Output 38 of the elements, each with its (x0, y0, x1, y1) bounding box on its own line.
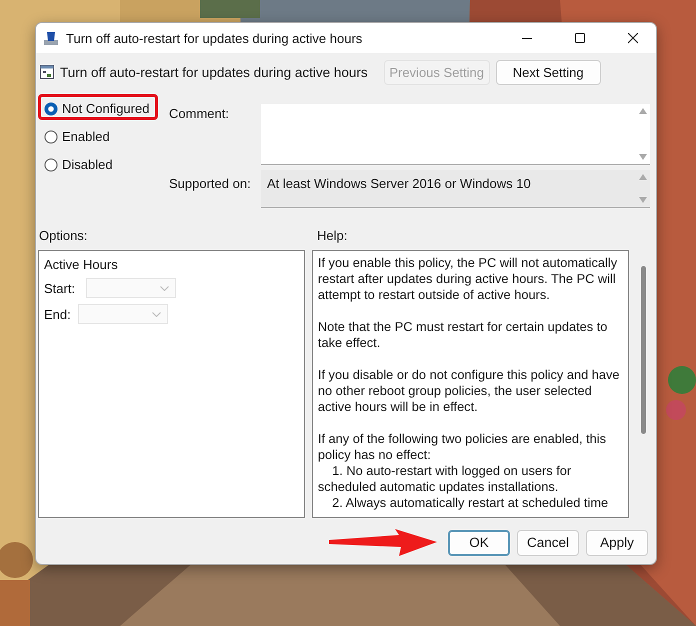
help-paragraph: 2. Always automatically restart at scheduled time (331, 495, 610, 511)
comment-field[interactable] (261, 104, 650, 165)
policy-icon (40, 65, 54, 79)
scroll-up-icon[interactable] (639, 108, 647, 114)
radio-icon[interactable] (44, 102, 58, 115)
window-title: Turn off auto-restart for updates during active hours (66, 30, 364, 46)
comment-label: Comment: (169, 105, 230, 123)
help-paragraph: If any of the following two policies are enabled, this policy has no effect: (318, 431, 607, 463)
radio-icon[interactable] (44, 130, 58, 143)
group-label: Active Hours (44, 257, 119, 272)
scroll-down-icon[interactable] (639, 154, 647, 160)
chevron-icon (160, 286, 169, 290)
ok-button[interactable]: OK (448, 530, 510, 556)
scroll-up-icon[interactable] (639, 174, 647, 180)
radio-option[interactable]: Enabled (44, 126, 113, 144)
supported-on-label: Supported on: (169, 175, 252, 191)
field-label: Start: (44, 280, 76, 296)
close-icon[interactable] (628, 32, 638, 44)
cancel-button[interactable]: Cancel (517, 530, 579, 556)
help-paragraph: 1. No auto-restart with logged on users for scheduled automatic updates installations. (318, 463, 572, 495)
scroll-down-icon[interactable] (639, 197, 647, 203)
help-paragraph: Note that the PC must restart for certain updates to take effect. (318, 319, 608, 351)
field-label: End: (44, 306, 72, 322)
app-icon (44, 32, 58, 45)
next-setting-button[interactable]: Next Setting (496, 60, 601, 84)
supported-on-field: At least Windows Server 2016 or Windows 10 (261, 170, 650, 208)
maximize-icon[interactable] (575, 32, 585, 42)
apply-button[interactable]: Apply (586, 530, 648, 556)
help-paragraph: If you enable this policy, the PC will not automatically restart after updates during active hours. The PC will attempt to restart outside of active hours. (318, 255, 618, 303)
radio-option[interactable]: Disabled (44, 154, 116, 172)
radio-icon[interactable] (44, 158, 58, 171)
radio-option[interactable]: Not Configured (44, 98, 152, 116)
policy-title: Turn off auto-restart for updates during active hours (60, 64, 368, 80)
chevron-icon (152, 312, 161, 316)
options-label: Options: (38, 228, 88, 245)
help-paragraph: If you disable or do not configure this policy and have no other reboot group policies, the user selected active hours will be in effect. (318, 367, 621, 415)
scrollbar-thumb[interactable] (640, 266, 646, 434)
help-label: Help: (317, 228, 348, 245)
